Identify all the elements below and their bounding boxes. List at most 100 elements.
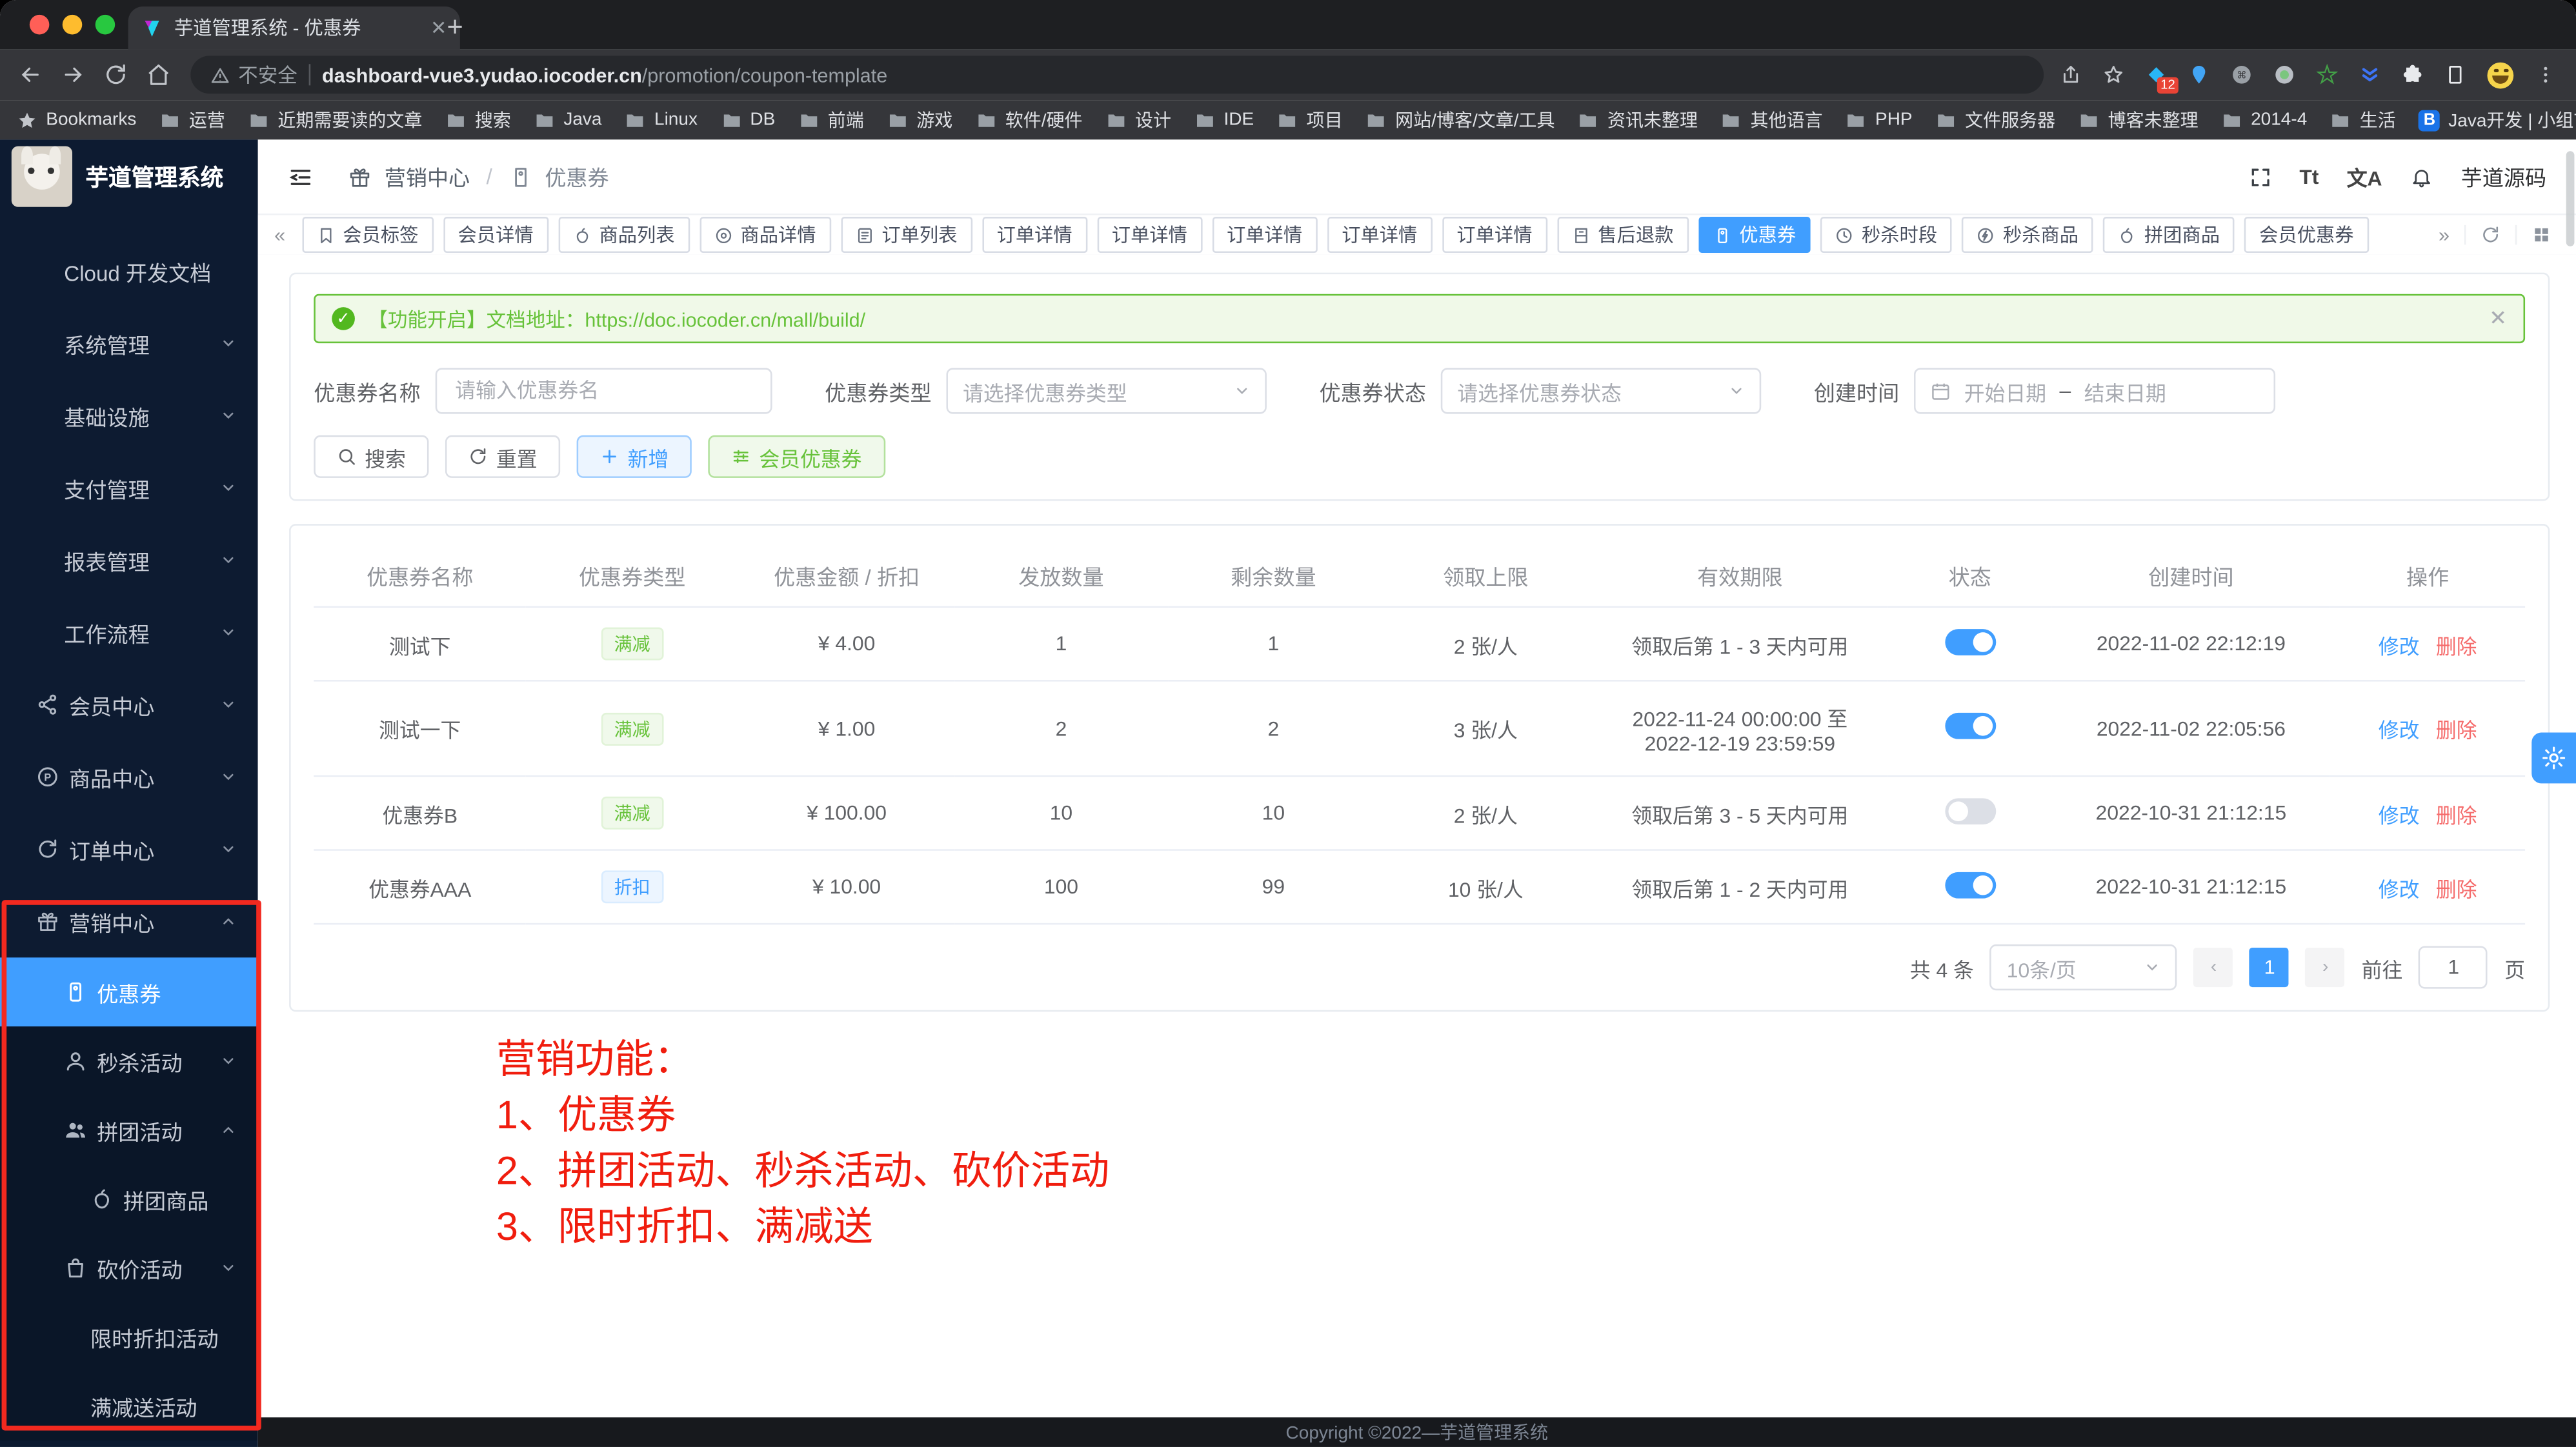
bookmark-folder[interactable]: 博客未整理 (2078, 106, 2199, 133)
sidebar-item-商品中心[interactable]: P商品中心 (0, 741, 258, 813)
reload-icon[interactable] (103, 63, 128, 87)
extension-star-icon[interactable] (2317, 64, 2338, 85)
page-scrollbar[interactable] (2566, 151, 2575, 246)
bookmark-folder[interactable]: DB (721, 109, 776, 130)
bookmark-folder[interactable]: 搜索 (445, 106, 511, 133)
create-time-range-picker[interactable]: 开始日期 – 结束日期 (1914, 368, 2275, 414)
bookmark-folder[interactable]: Java (534, 109, 602, 130)
language-icon[interactable]: 文A (2347, 161, 2382, 192)
coupon-name-field[interactable] (452, 378, 756, 404)
extension-pin-icon[interactable] (2188, 64, 2209, 85)
sidebar-item-会员中心[interactable]: 会员中心 (0, 668, 258, 741)
tag-view-会员详情[interactable]: 会员详情 (443, 217, 548, 253)
sidebar-item-报表管理[interactable]: 报表管理 (0, 524, 258, 596)
bookmarks-manager[interactable]: Bookmarks (16, 109, 136, 130)
bookmark-folder[interactable]: 其他语言 (1721, 106, 1823, 133)
bookmark-folder[interactable]: 近期需要读的文章 (248, 106, 423, 133)
tag-view-秒杀商品[interactable]: 秒杀商品 (1962, 217, 2093, 253)
status-toggle[interactable] (1944, 797, 1995, 824)
edit-link[interactable]: 修改 (2379, 635, 2420, 658)
delete-link[interactable]: 删除 (2436, 878, 2477, 901)
extension-record-icon[interactable] (2274, 64, 2295, 85)
tag-view-商品详情[interactable]: 商品详情 (699, 217, 831, 253)
reset-button[interactable]: 重置 (445, 435, 560, 478)
tags-scroll-right-icon[interactable]: » (2424, 223, 2464, 246)
sidebar-item-满减送活动[interactable]: 满减送活动 (0, 1372, 258, 1441)
tag-view-秒杀时段[interactable]: 秒杀时段 (1820, 217, 1952, 253)
bookmark-folder[interactable]: 生活 (2330, 106, 2396, 133)
source-code-link[interactable]: 芋道源码 (2461, 161, 2546, 192)
bookmark-folder[interactable]: 2014-4 (2221, 109, 2307, 130)
coupon-type-select[interactable]: 请选择优惠券类型 (947, 368, 1267, 414)
bookmark-folder[interactable]: PHP (1846, 109, 1912, 130)
bookmark-folder[interactable]: 文件服务器 (1935, 106, 2055, 133)
coupon-status-select[interactable]: 请选择优惠券状态 (1441, 368, 1761, 414)
theme-settings-button[interactable] (2531, 732, 2576, 783)
forward-icon[interactable] (61, 63, 85, 87)
bookmark-folder[interactable]: 软件/硬件 (976, 106, 1083, 133)
status-toggle[interactable] (1944, 713, 1995, 739)
status-toggle[interactable] (1944, 872, 1995, 898)
home-icon[interactable] (146, 63, 171, 87)
bell-icon[interactable] (2410, 165, 2433, 188)
font-size-icon[interactable]: Tt (2299, 165, 2319, 188)
prev-page-button[interactable]: ‹ (2194, 948, 2233, 987)
window-controls[interactable] (30, 15, 115, 35)
edit-link[interactable]: 修改 (2379, 719, 2420, 743)
sidebar-item-限时折扣活动[interactable]: 限时折扣活动 (0, 1302, 258, 1372)
tags-layout-icon[interactable] (2515, 225, 2566, 245)
extension-diamond-icon[interactable]: 12 (2146, 64, 2167, 85)
back-icon[interactable] (18, 63, 43, 87)
search-button[interactable]: 搜索 (314, 435, 428, 478)
reader-mode-icon[interactable] (2444, 64, 2466, 85)
extension-command-icon[interactable]: ⌘ (2231, 64, 2252, 85)
sidebar-item-Cloud 开发文档[interactable]: Cloud 开发文档 (0, 235, 258, 307)
next-page-button[interactable]: › (2306, 948, 2345, 987)
bookmark-folder[interactable]: Linux (625, 109, 698, 130)
sidebar-item-订单中心[interactable]: 订单中心 (0, 813, 258, 885)
page-size-select[interactable]: 10条/页 (1990, 944, 2177, 990)
tag-view-订单详情[interactable]: 订单详情 (1212, 217, 1317, 253)
maximize-window-button[interactable] (96, 15, 116, 35)
close-tab-icon[interactable]: ✕ (430, 16, 447, 39)
tag-view-商品列表[interactable]: 商品列表 (558, 217, 690, 253)
tag-view-售后退款[interactable]: 售后退款 (1557, 217, 1689, 253)
sidebar-item-系统管理[interactable]: 系统管理 (0, 307, 258, 379)
breadcrumb-item[interactable]: 营销中心 (385, 161, 470, 192)
tag-view-会员优惠券[interactable]: 会员优惠券 (2244, 217, 2368, 253)
bookmark-folder[interactable]: IDE (1194, 109, 1254, 130)
delete-link[interactable]: 删除 (2436, 719, 2477, 743)
member-coupon-button[interactable]: 会员优惠券 (708, 435, 885, 478)
address-bar[interactable]: 不安全 dashboard-vue3.yudao.iocoder.cn/prom… (190, 56, 2044, 94)
tags-scroll-left-icon[interactable]: « (268, 223, 292, 246)
new-tab-button[interactable]: + (447, 6, 463, 49)
edit-link[interactable]: 修改 (2379, 878, 2420, 901)
extensions-puzzle-icon[interactable] (2402, 64, 2423, 85)
add-button[interactable]: 新增 (577, 435, 692, 478)
doc-link[interactable]: https://doc.iocoder.cn/mall/build/ (585, 308, 865, 331)
collapse-sidebar-icon[interactable] (288, 163, 314, 190)
tag-view-订单详情[interactable]: 订单详情 (1327, 217, 1432, 253)
minimize-window-button[interactable] (63, 15, 83, 35)
sidebar-item-营销中心[interactable]: 营销中心 (0, 885, 258, 957)
bookmark-star-icon[interactable] (2103, 64, 2124, 85)
edit-link[interactable]: 修改 (2379, 804, 2420, 827)
sidebar-item-优惠券[interactable]: 优惠券 (0, 957, 258, 1026)
bookmark-folder[interactable]: 游戏 (887, 106, 952, 133)
delete-link[interactable]: 删除 (2436, 804, 2477, 827)
status-toggle[interactable] (1944, 628, 1995, 655)
chrome-menu-icon[interactable] (2535, 64, 2556, 85)
sidebar-item-砍价活动[interactable]: 砍价活动 (0, 1233, 258, 1302)
bookmark-folder[interactable]: 设计 (1105, 106, 1171, 133)
bookmark-folder[interactable]: 运营 (159, 106, 225, 133)
tag-view-订单详情[interactable]: 订单详情 (1442, 217, 1547, 253)
sidebar-item-支付管理[interactable]: 支付管理 (0, 452, 258, 524)
goto-page-input[interactable]: 1 (2419, 946, 2488, 988)
bookmark-folder[interactable]: 网站/博客/文章/工具 (1365, 106, 1555, 133)
delete-link[interactable]: 删除 (2436, 635, 2477, 658)
bookmark-folder[interactable]: 前端 (798, 106, 864, 133)
bookmark-folder[interactable]: 项目 (1277, 106, 1343, 133)
sidebar-item-工作流程[interactable]: 工作流程 (0, 596, 258, 668)
tag-view-订单列表[interactable]: 订单列表 (841, 217, 972, 253)
alert-close-icon[interactable]: ✕ (2489, 306, 2507, 332)
